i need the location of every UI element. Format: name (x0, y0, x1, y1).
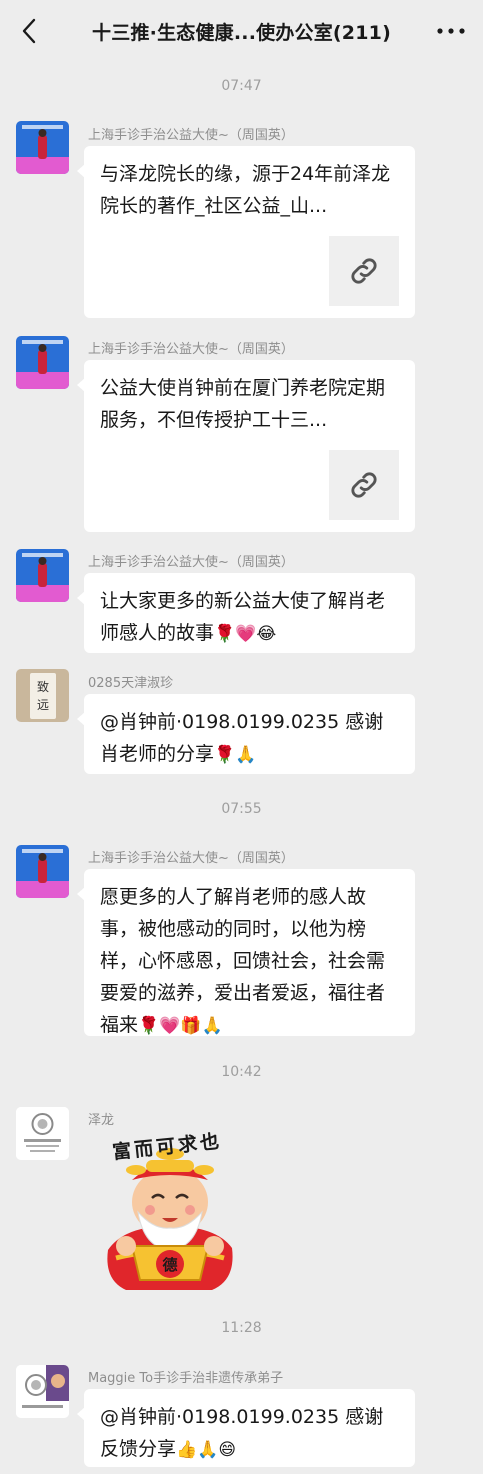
message-text: 愿更多的人了解肖老师的感人故事，被他感动的同时，以他为榜样，心怀感恩，回馈社会，… (100, 886, 386, 1036)
text-message-bubble[interactable]: @肖钟前·0198.0199.0235 感谢肖老师的分享🌹🙏 (77, 694, 415, 774)
sender-name: 上海手诊手治公益大使~（周国英） (88, 555, 294, 570)
chat-title: 十三推·生态健康...使办公室(211) (92, 21, 391, 44)
more-button[interactable] (431, 16, 471, 46)
emoji: 🌹🙏 (214, 745, 257, 765)
sticker-badge: 德 (162, 1256, 178, 1274)
link-message-bubble[interactable]: 公益大使肖钟前在厦门养老院定期服务，不但传授护工十三... (77, 360, 415, 532)
text-message-bubble[interactable]: 愿更多的人了解肖老师的感人故事，被他感动的同时，以他为榜样，心怀感恩，回馈社会，… (77, 869, 415, 1036)
chat-header: 十三推·生态健康...使办公室(211) (0, 0, 483, 62)
svg-text:致: 致 (37, 680, 49, 694)
chevron-left-icon (22, 18, 36, 44)
more-dots-icon (437, 28, 465, 34)
link-thumbnail[interactable] (329, 236, 399, 306)
link-thumbnail[interactable] (329, 450, 399, 520)
sender-name: 0285天津淑珍 (88, 676, 174, 691)
avatar[interactable] (16, 336, 69, 389)
sender-name: 上海手诊手治公益大使~（周国英） (88, 851, 294, 866)
sticker-message[interactable]: 富而可求也 德 (86, 1130, 252, 1292)
back-button[interactable] (14, 16, 44, 46)
emoji: 🌹💗🎁🙏 (138, 1016, 223, 1036)
avatar[interactable] (16, 549, 69, 602)
avatar[interactable] (16, 121, 69, 174)
message-text: 与泽龙院长的缘，源于24年前泽龙院长的著作_社区公益_山... (100, 163, 391, 217)
sender-name: Maggie To手诊手治非遗传承弟子 (88, 1371, 284, 1386)
sender-name: 上海手诊手治公益大使~（周国英） (88, 128, 294, 143)
link-icon (351, 258, 377, 284)
message-text: 公益大使肖钟前在厦门养老院定期服务，不但传授护工十三... (100, 377, 386, 431)
avatar[interactable] (16, 845, 69, 898)
message-text: @肖钟前·0198.0199.0235 感谢反馈分享 (100, 1406, 384, 1460)
timestamp: 07:55 (221, 801, 262, 817)
emoji: 👍🙏😄 (176, 1440, 237, 1460)
text-message-bubble[interactable]: 让大家更多的新公益大使了解肖老师感人的故事🌹💗😂 (77, 573, 415, 653)
sender-name: 上海手诊手治公益大使~（周国英） (88, 342, 294, 357)
svg-text:远: 远 (37, 698, 49, 712)
timestamp: 11:28 (221, 1320, 262, 1336)
avatar[interactable] (16, 1107, 69, 1160)
avatar[interactable] (16, 1365, 69, 1418)
sender-name: 泽龙 (88, 1113, 115, 1128)
timestamp: 07:47 (221, 78, 262, 94)
timestamp: 10:42 (221, 1064, 262, 1080)
avatar[interactable]: 致 远 (16, 669, 69, 722)
emoji: 🌹💗😂 (214, 624, 277, 644)
link-message-bubble[interactable]: 与泽龙院长的缘，源于24年前泽龙院长的著作_社区公益_山... (77, 146, 415, 318)
text-message-bubble[interactable]: @肖钟前·0198.0199.0235 感谢反馈分享👍🙏😄 (77, 1389, 415, 1467)
link-icon (351, 472, 377, 498)
